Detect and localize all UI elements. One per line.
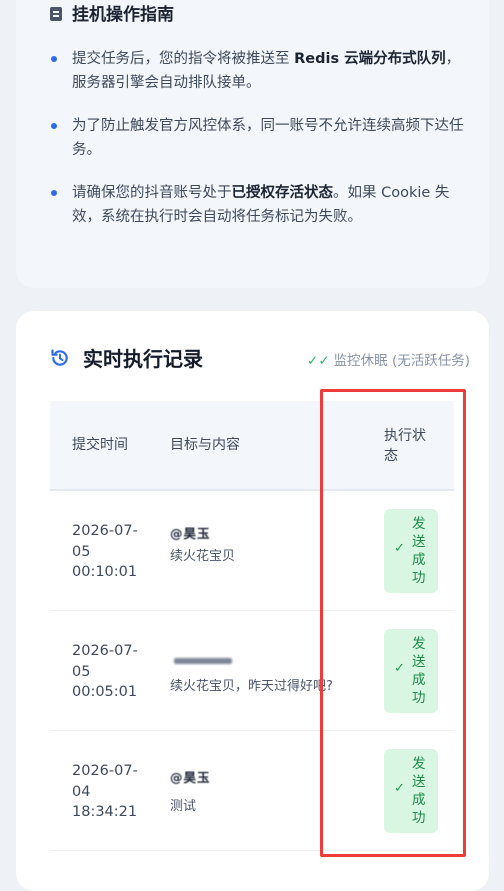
guide-bullet-list: 提交任务后，您的指令将被推送至 Redis 云端分布式队列，服务器引擎会自动排队… <box>50 47 470 248</box>
guide-bullet: 提交任务后，您的指令将被推送至 Redis 云端分布式队列，服务器引擎会自动排队… <box>50 47 470 95</box>
document-icon <box>50 7 62 21</box>
row-time: 2026-07-05 00:10:01 <box>72 523 138 580</box>
bullet-dot-icon <box>51 56 57 62</box>
bullet-dot-icon <box>51 190 57 196</box>
history-icon <box>51 349 68 366</box>
monitor-status: ✓✓ 监控休眠 (无活跃任务) <box>307 353 470 369</box>
row-time: 2026-07-05 00:05:01 <box>72 643 138 700</box>
highlight-box <box>320 389 466 857</box>
bullet-dot-icon <box>51 123 57 129</box>
guide-bullet: 请确保您的抖音账号处于已授权存活状态。如果 Cookie 失效，系统在执行时会自… <box>50 181 470 229</box>
row-target: @昊玉 <box>170 770 211 785</box>
records-title: 实时执行记录 <box>83 347 203 371</box>
double-check-icon: ✓✓ <box>307 353 330 369</box>
guide-card: 挂机操作指南 提交任务后，您的指令将被推送至 Redis 云端分布式队列，服务器… <box>16 0 489 288</box>
column-header-time: 提交时间 <box>72 437 128 453</box>
row-content: 续火花宝贝 <box>170 549 236 564</box>
row-content: 测试 <box>170 799 197 814</box>
column-header-target: 目标与内容 <box>170 437 240 453</box>
row-target: @昊玉 <box>170 526 211 541</box>
guide-bullet: 为了防止触发官方风控体系，同一账号不允许连续高频下达任务。 <box>50 114 470 162</box>
row-time: 2026-07-04 18:34:21 <box>72 763 138 820</box>
records-header: 实时执行记录 ✓✓ 监控休眠 (无活跃任务) <box>50 345 470 375</box>
row-content: 续火花宝贝，昨天过得好吧? <box>170 679 333 694</box>
guide-title: 挂机操作指南 <box>50 0 174 25</box>
redacted-target <box>174 658 232 664</box>
